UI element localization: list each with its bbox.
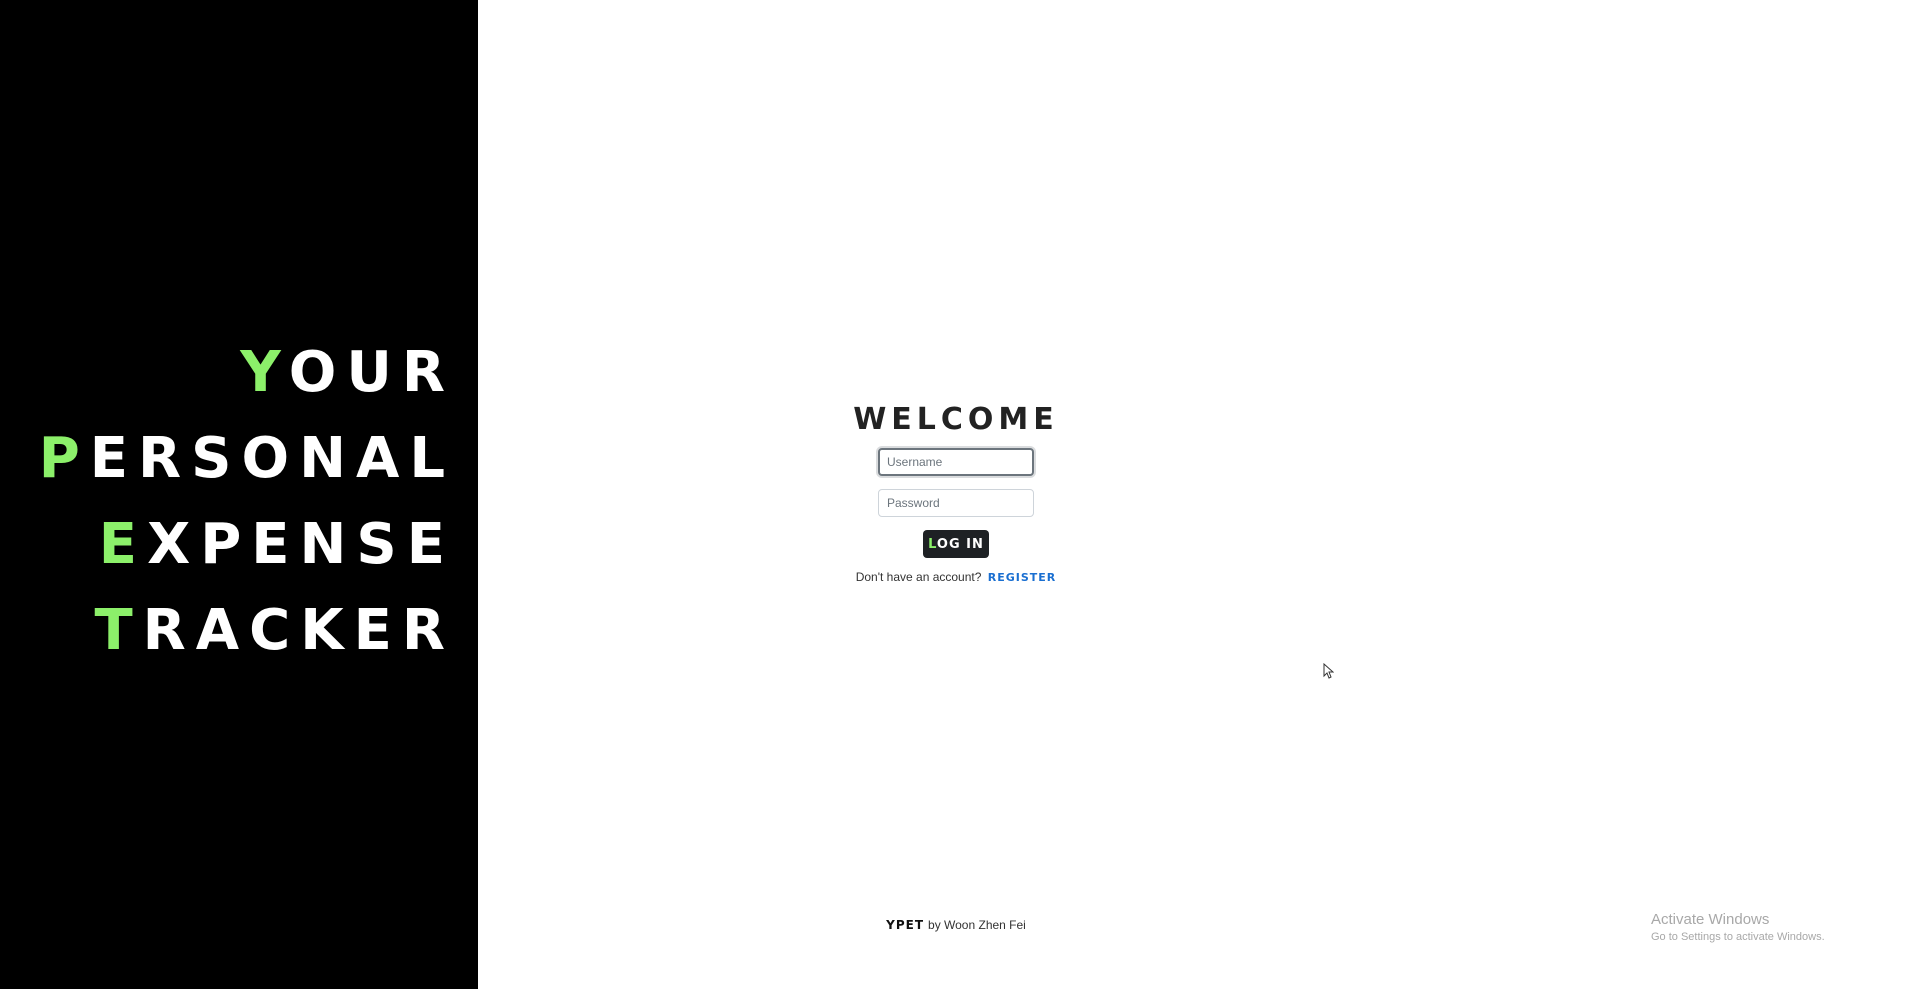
tagline-text: ERSONAL <box>89 426 455 491</box>
register-link[interactable]: REGISTER <box>988 571 1057 584</box>
tagline-accent-letter: Y <box>240 340 289 405</box>
mouse-pointer-icon <box>1323 663 1334 679</box>
footer-brand-logo: YPET <box>886 918 925 932</box>
tagline-line-4: TRACKER <box>15 588 455 674</box>
login-button-accent: L <box>928 536 937 552</box>
tagline-text: RACKER <box>142 598 455 663</box>
tagline-accent-letter: P <box>38 426 90 491</box>
tagline-text: XPENSE <box>147 512 455 577</box>
tagline-line-3: EXPENSE <box>15 502 455 588</box>
watermark-subtitle: Go to Settings to activate Windows. <box>1651 931 1825 943</box>
login-form: WELCOME LOG IN Don't have an account? RE… <box>846 395 1066 584</box>
footer-credit: by Woon Zhen Fei <box>928 918 1026 932</box>
hero-panel: YOUR PERSONAL EXPENSE TRACKER <box>0 0 478 989</box>
tagline-accent-letter: E <box>98 512 148 577</box>
login-page: YOUR PERSONAL EXPENSE TRACKER WELCOME LO… <box>0 0 1913 989</box>
tagline-accent-letter: T <box>94 598 143 663</box>
username-input[interactable] <box>878 448 1034 476</box>
tagline-text: OUR <box>288 340 455 405</box>
register-row: Don't have an account? REGISTER <box>846 570 1066 584</box>
login-button-label: OG IN <box>936 536 984 552</box>
tagline-line-2: PERSONAL <box>15 416 455 502</box>
watermark-title: Activate Windows <box>1651 911 1770 928</box>
footer: YPET by Woon Zhen Fei <box>846 918 1066 932</box>
tagline-line-1: YOUR <box>15 330 455 416</box>
register-prompt: Don't have an account? <box>855 570 982 584</box>
welcome-title: WELCOME <box>853 402 1059 437</box>
hero-tagline: YOUR PERSONAL EXPENSE TRACKER <box>15 330 455 674</box>
login-button[interactable]: LOG IN <box>923 530 989 558</box>
password-input[interactable] <box>878 489 1034 517</box>
activate-windows-watermark: Activate Windows Go to Settings to activ… <box>1651 910 1825 945</box>
